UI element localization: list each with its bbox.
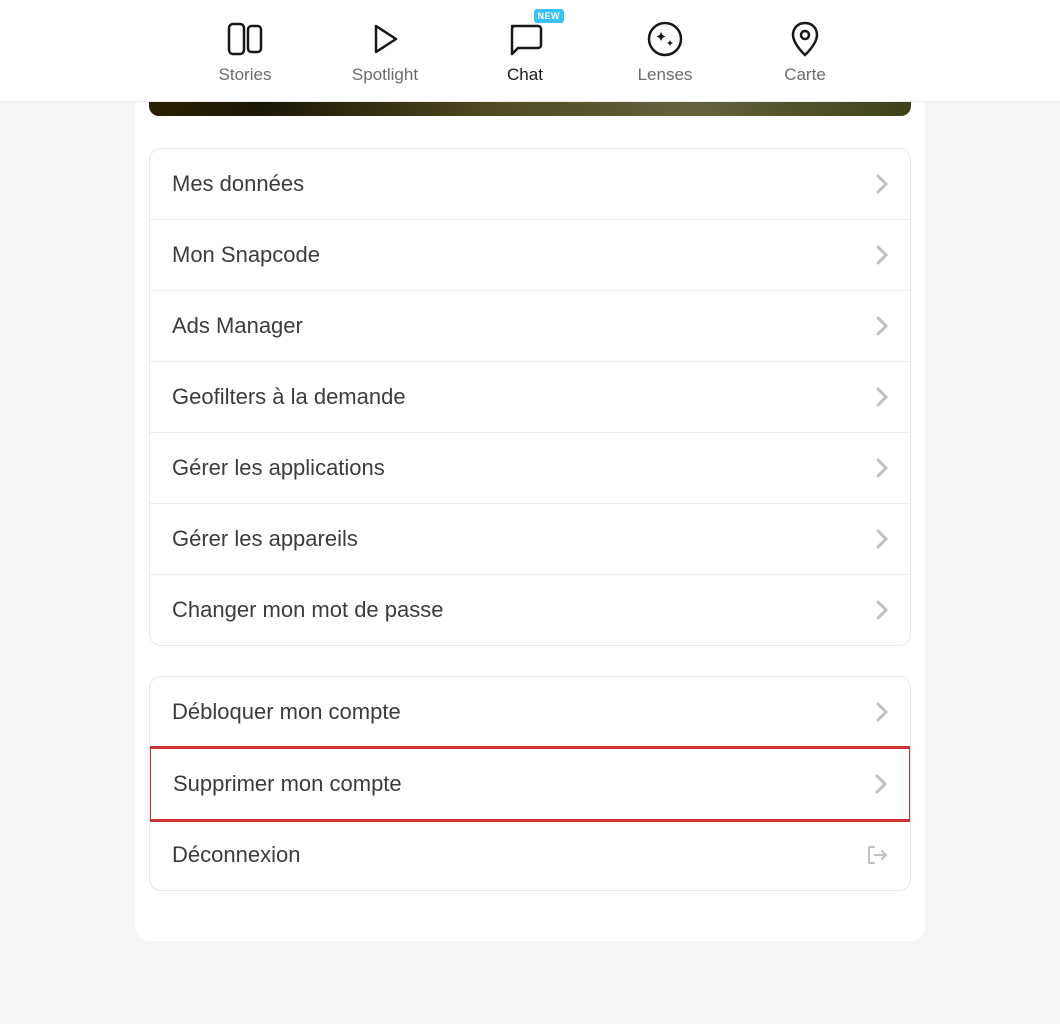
row-label: Geofilters à la demande xyxy=(172,384,406,410)
stories-icon xyxy=(225,17,265,61)
nav-item-lenses[interactable]: Lenses xyxy=(620,17,710,85)
settings-container: Mes données Mon Snapcode Ads Manager Geo… xyxy=(135,102,925,941)
chevron-right-icon xyxy=(876,174,888,194)
chat-icon: NEW xyxy=(506,17,544,61)
row-manage-apps[interactable]: Gérer les applications xyxy=(150,433,910,504)
lenses-icon xyxy=(646,17,684,61)
row-label: Débloquer mon compte xyxy=(172,699,401,725)
nav-item-chat[interactable]: NEW Chat xyxy=(480,17,570,85)
chevron-right-icon xyxy=(876,458,888,478)
row-manage-devices[interactable]: Gérer les appareils xyxy=(150,504,910,575)
row-label: Ads Manager xyxy=(172,313,303,339)
row-unlock-account[interactable]: Débloquer mon compte xyxy=(150,677,910,748)
nav-label: Lenses xyxy=(638,65,693,85)
row-change-password[interactable]: Changer mon mot de passe xyxy=(150,575,910,645)
settings-group-1: Mes données Mon Snapcode Ads Manager Geo… xyxy=(149,148,911,646)
banner-cropped xyxy=(149,102,911,116)
nav-label: Stories xyxy=(219,65,272,85)
nav-item-spotlight[interactable]: Spotlight xyxy=(340,17,430,85)
row-label: Mes données xyxy=(172,171,304,197)
nav-item-stories[interactable]: Stories xyxy=(200,17,290,85)
chevron-right-icon xyxy=(876,529,888,549)
row-geofilters-on-demand[interactable]: Geofilters à la demande xyxy=(150,362,910,433)
nav-label: Carte xyxy=(784,65,826,85)
chevron-right-icon xyxy=(875,774,887,794)
logout-icon xyxy=(866,844,888,866)
row-label: Changer mon mot de passe xyxy=(172,597,444,623)
new-badge: NEW xyxy=(534,9,565,23)
row-ads-manager[interactable]: Ads Manager xyxy=(150,291,910,362)
map-pin-icon xyxy=(789,17,821,61)
row-logout[interactable]: Déconnexion xyxy=(150,820,910,890)
nav-label: Spotlight xyxy=(352,65,418,85)
row-label: Supprimer mon compte xyxy=(173,771,402,797)
spotlight-icon xyxy=(367,17,403,61)
chevron-right-icon xyxy=(876,600,888,620)
row-delete-account[interactable]: Supprimer mon compte xyxy=(149,746,911,822)
chevron-right-icon xyxy=(876,316,888,336)
chevron-right-icon xyxy=(876,387,888,407)
row-label: Mon Snapcode xyxy=(172,242,320,268)
row-label: Gérer les applications xyxy=(172,455,385,481)
nav-item-map[interactable]: Carte xyxy=(760,17,850,85)
chevron-right-icon xyxy=(876,702,888,722)
row-label: Gérer les appareils xyxy=(172,526,358,552)
row-my-snapcode[interactable]: Mon Snapcode xyxy=(150,220,910,291)
row-my-data[interactable]: Mes données xyxy=(150,149,910,220)
top-nav: Stories Spotlight NEW Chat Lenses xyxy=(0,0,1060,102)
nav-label: Chat xyxy=(507,65,543,85)
settings-group-2: Débloquer mon compte Supprimer mon compt… xyxy=(149,676,911,891)
chevron-right-icon xyxy=(876,245,888,265)
row-label: Déconnexion xyxy=(172,842,300,868)
